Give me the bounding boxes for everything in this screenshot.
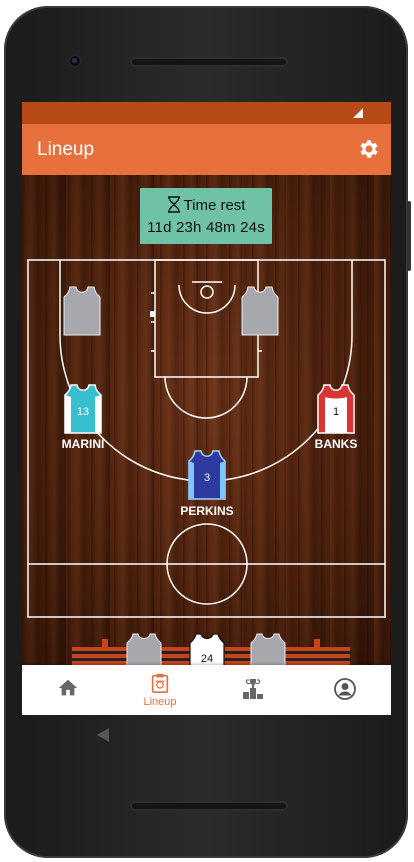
- home-icon: [58, 679, 78, 696]
- bottom-navigation: Lineup: [22, 665, 391, 715]
- back-softkey-icon[interactable]: [97, 728, 109, 742]
- empty-position-slot[interactable]: [62, 285, 102, 337]
- app-bar: Lineup: [22, 124, 391, 175]
- jersey-icon: [241, 286, 279, 336]
- signal-icon: [353, 108, 363, 118]
- profile-icon: [334, 678, 356, 700]
- player-name: BANKS: [314, 437, 358, 451]
- jersey-number: 13: [76, 406, 90, 418]
- front-camera: [68, 54, 82, 68]
- timer-label: Time rest: [183, 197, 246, 214]
- clipboard-lineup-icon: [151, 673, 169, 693]
- earpiece-speaker: [130, 57, 288, 67]
- bottom-speaker: [130, 801, 288, 811]
- page-title: Lineup: [37, 139, 95, 160]
- side-button: [407, 201, 411, 271]
- player-name: PERKINS: [180, 504, 234, 518]
- hourglass-icon: [167, 196, 180, 213]
- nav-profile[interactable]: [298, 665, 390, 715]
- status-bar: [22, 102, 391, 124]
- app-screen: Lineup Time rest 11d 23h 48m 24s 13 MARI…: [22, 102, 391, 715]
- lineup-timer: Time rest 11d 23h 48m 24s: [140, 188, 272, 244]
- jersey-number: 1: [332, 406, 340, 418]
- empty-position-slot[interactable]: [240, 285, 280, 337]
- nav-home[interactable]: [22, 665, 114, 715]
- nav-ranking[interactable]: [206, 665, 298, 715]
- nav-label: Lineup: [143, 696, 177, 708]
- trophy-podium-icon: [243, 679, 263, 699]
- settings-gear-icon[interactable]: [357, 137, 381, 161]
- jersey-number: 3: [203, 472, 211, 484]
- timer-countdown: 11d 23h 48m 24s: [147, 219, 265, 236]
- player-jersey-banks[interactable]: 1: [316, 383, 356, 435]
- nav-lineup[interactable]: Lineup: [114, 665, 206, 715]
- player-name: MARINI: [61, 437, 105, 451]
- player-jersey-marini[interactable]: 13: [63, 383, 103, 435]
- jersey-number: 24: [200, 653, 214, 665]
- player-jersey-perkins[interactable]: 3: [187, 449, 227, 501]
- jersey-icon: [63, 286, 101, 336]
